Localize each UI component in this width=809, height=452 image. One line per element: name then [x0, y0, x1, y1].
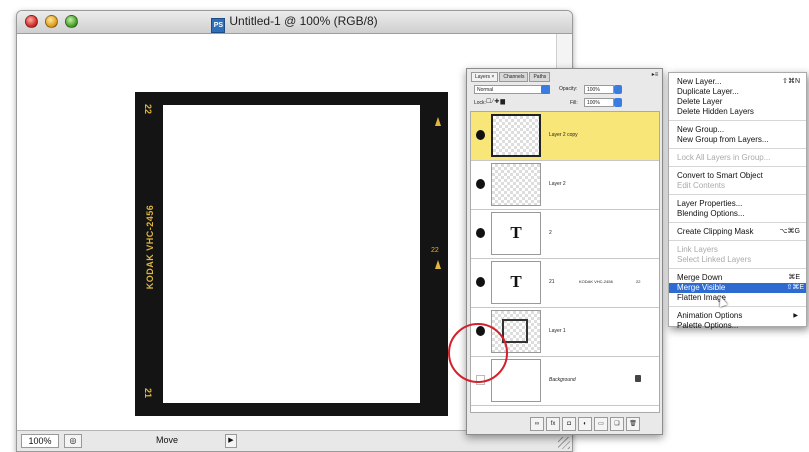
menu-item-delete-hidden-layers[interactable]: Delete Hidden Layers: [677, 107, 802, 117]
title-bar[interactable]: PS Untitled-1 @ 100% (RGB/8): [17, 11, 572, 34]
menu-item-animation-options[interactable]: Animation Options ▶: [677, 311, 802, 321]
lock-icons[interactable]: ☐⁄✚▆: [486, 98, 506, 105]
film-arrow-icon: [435, 260, 441, 269]
menu-separator: [669, 120, 806, 121]
visibility-eye-icon[interactable]: [476, 277, 485, 287]
blend-mode-select[interactable]: Normal: [474, 85, 550, 94]
layer-row[interactable]: T 21 KODAK VHC-2456 22: [471, 259, 659, 308]
layer-name: Layer 2: [549, 181, 566, 187]
menu-separator: [669, 268, 806, 269]
layers-palette-menu: New Layer... ⇧⌘N Duplicate Layer... Delet…: [668, 72, 807, 330]
menu-separator: [669, 148, 806, 149]
visibility-eye-icon[interactable]: [476, 179, 485, 189]
folder-icon[interactable]: ▭: [594, 417, 608, 431]
layer-row[interactable]: Layer 2 copy: [471, 112, 659, 161]
menu-separator: [669, 166, 806, 167]
layer-name: Layer 2 copy: [549, 132, 578, 138]
menu-item-blending-options[interactable]: Blending Options...: [677, 209, 802, 219]
lock-label: Lock:: [474, 100, 486, 106]
blend-mode-value: Normal: [477, 87, 494, 93]
document-icon: PS: [211, 18, 226, 33]
fill-value: 100%: [587, 100, 600, 106]
opacity-label: Opacity:: [559, 86, 578, 92]
submenu-arrow-icon: ▶: [793, 313, 798, 319]
fill-label: Fill:: [570, 100, 578, 106]
fx-icon[interactable]: fx: [546, 417, 560, 431]
current-tool-label: Move: [155, 435, 178, 445]
visibility-eye-icon[interactable]: [476, 130, 485, 140]
film-brand-text: KODAK VHC-2456: [145, 204, 155, 290]
layer-name-extra: 22: [636, 279, 641, 284]
menu-item-merge-visible[interactable]: Merge Visible ⇧⌘E: [669, 283, 806, 293]
fill-field[interactable]: 100%: [584, 98, 622, 107]
annotation-circle: [448, 323, 508, 383]
text-layer-icon: T: [510, 272, 522, 291]
window-title-text: Untitled-1 @ 100% (RGB/8): [229, 14, 378, 28]
menu-item-convert-smart-object[interactable]: Convert to Smart Object: [677, 171, 802, 181]
menu-item-palette-options[interactable]: Palette Options...: [677, 321, 802, 331]
layer-name: 21: [549, 279, 555, 285]
lock-icon: [635, 375, 641, 382]
frame-thumbnail-mark: [502, 319, 528, 343]
film-number-top: 22: [143, 103, 154, 115]
menu-item-lock-all-layers: Lock All Layers in Group...: [677, 153, 771, 162]
menu-item-select-linked-layers: Select Linked Layers: [677, 255, 752, 264]
menu-item-delete-layer[interactable]: Delete Layer: [677, 97, 802, 107]
chevron-right-icon[interactable]: [614, 98, 622, 107]
tab-layers[interactable]: Layers ×: [471, 72, 499, 82]
film-arrow-icon: [435, 117, 441, 126]
palette-button-bar: ∞ fx ◘ ◐ ▭ ❑ 🗑: [470, 415, 658, 431]
status-options-icon[interactable]: ◎: [64, 434, 82, 448]
tab-channels[interactable]: Channels: [499, 72, 529, 82]
zoom-field[interactable]: 100%: [21, 434, 59, 448]
layer-thumbnail: [491, 114, 541, 157]
menu-separator: [669, 222, 806, 223]
film-frame-image: 22 21 KODAK VHC-2456 22: [135, 92, 448, 416]
film-mid-number: 22: [431, 247, 439, 254]
menu-separator: [669, 194, 806, 195]
menu-item-new-group-from-layers[interactable]: New Group from Layers...: [677, 135, 802, 145]
menu-item-new-layer[interactable]: New Layer... ⇧⌘N: [677, 77, 802, 87]
film-frame-window: [163, 105, 420, 403]
text-layer-thumbnail: T: [491, 261, 541, 304]
layer-name: 2: [549, 230, 552, 236]
text-layer-thumbnail: T: [491, 212, 541, 255]
menu-item-create-clipping-mask[interactable]: Create Clipping Mask ⌥⌘G: [677, 227, 802, 237]
menu-item-edit-contents: Edit Contents: [677, 181, 726, 190]
status-menu-arrow-icon[interactable]: ▶: [225, 434, 237, 448]
chevron-right-icon[interactable]: [614, 85, 622, 94]
layer-thumbnail: [491, 163, 541, 206]
layer-name-extra: KODAK VHC-2456: [579, 279, 613, 284]
layer-name: Layer 1: [549, 328, 566, 334]
new-layer-icon[interactable]: ❑: [610, 417, 624, 431]
resize-grip-icon[interactable]: [558, 437, 570, 449]
layer-row[interactable]: T 2: [471, 210, 659, 259]
menu-item-new-group[interactable]: New Group...: [677, 125, 802, 135]
opacity-value: 100%: [587, 87, 600, 93]
tab-paths[interactable]: Paths: [529, 72, 551, 82]
visibility-eye-icon[interactable]: [476, 228, 485, 238]
link-icon[interactable]: ∞: [530, 417, 544, 431]
menu-item-layer-properties[interactable]: Layer Properties...: [677, 199, 802, 209]
menu-item-duplicate-layer[interactable]: Duplicate Layer...: [677, 87, 802, 97]
palette-menu-icon[interactable]: ▸≡: [651, 71, 659, 79]
menu-separator: [669, 240, 806, 241]
layer-name: Background: [549, 377, 576, 383]
text-layer-icon: T: [510, 223, 522, 242]
menu-item-merge-down[interactable]: Merge Down ⌘E: [677, 273, 802, 283]
opacity-field[interactable]: 100%: [584, 85, 622, 94]
mask-icon[interactable]: ◘: [562, 417, 576, 431]
trash-icon[interactable]: 🗑: [626, 417, 640, 431]
adjustment-icon[interactable]: ◐: [578, 417, 592, 431]
menu-item-flatten-image[interactable]: Flatten Image: [677, 293, 802, 303]
chevron-down-icon: [541, 85, 550, 94]
menu-item-link-layers: Link Layers: [677, 245, 718, 254]
menu-separator: [669, 306, 806, 307]
layers-palette: Layers × Channels Paths ▸≡ Normal Opacity:…: [466, 68, 663, 435]
layer-row[interactable]: Layer 2: [471, 161, 659, 210]
window-title: PS Untitled-1 @ 100% (RGB/8): [17, 14, 572, 33]
film-number-bottom: 21: [143, 387, 154, 399]
palette-tabs: Layers × Channels Paths: [471, 72, 551, 82]
